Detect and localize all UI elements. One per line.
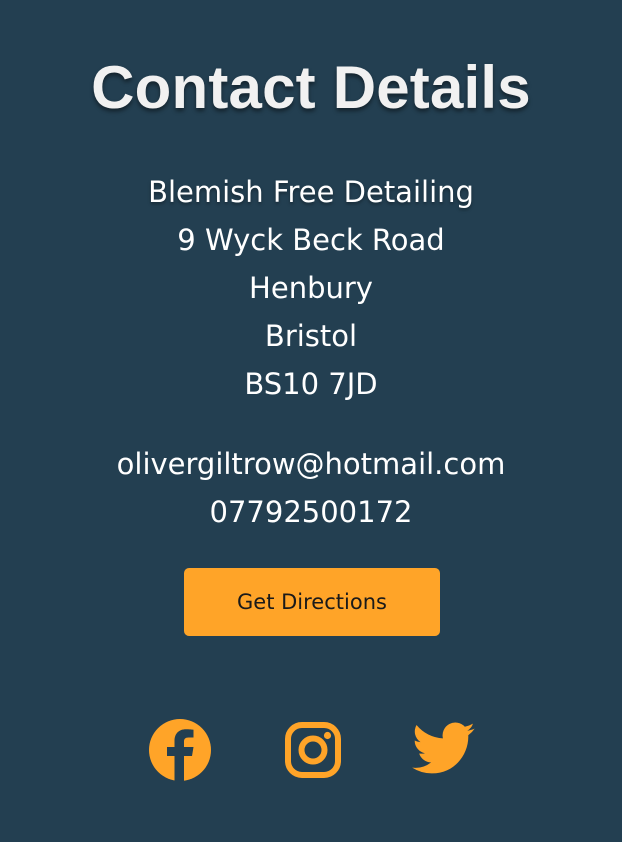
contact-section: Contact Details Blemish Free Detailing 9… [0, 0, 622, 842]
address-block: Blemish Free Detailing 9 Wyck Beck Road … [0, 168, 622, 408]
company-name: Blemish Free Detailing [148, 175, 474, 209]
facebook-link[interactable] [148, 718, 212, 782]
email-link[interactable]: olivergiltrow@hotmail.com [0, 440, 622, 488]
address-postcode: BS10 7JD [244, 367, 378, 401]
address-city: Bristol [264, 319, 358, 353]
twitter-link[interactable] [412, 722, 476, 786]
twitter-icon [412, 722, 475, 774]
page-title: Contact Details [91, 54, 531, 121]
contact-info: olivergiltrow@hotmail.com 07792500172 [0, 440, 622, 536]
facebook-icon [149, 719, 211, 782]
phone-link[interactable]: 07792500172 [0, 488, 622, 536]
instagram-link[interactable] [284, 721, 342, 785]
address-street: 9 Wyck Beck Road [177, 223, 445, 257]
get-directions-button[interactable]: Get Directions [184, 568, 440, 636]
instagram-icon [285, 722, 341, 778]
address-area: Henbury [249, 271, 373, 305]
